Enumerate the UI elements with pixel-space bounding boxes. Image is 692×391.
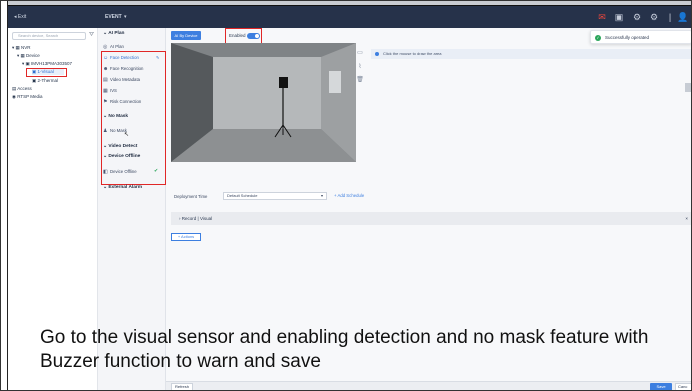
top-navigation-bar: ◂ Exit EVENT ▾ ✉ ▣ ⚙ ⚙ | 👤 xyxy=(0,6,692,28)
chevron-right-icon: › xyxy=(179,216,181,221)
monitor-icon[interactable]: ▣ xyxy=(613,11,625,23)
highlight-box xyxy=(26,68,67,77)
section-label: Video Detect xyxy=(108,144,138,149)
menu-item-ivs[interactable]: IVS xyxy=(110,88,117,93)
deployment-time-label: Deployment Time xyxy=(174,194,208,199)
page-title[interactable]: EVENT xyxy=(105,14,122,20)
actions-button[interactable]: + Actions xyxy=(171,233,201,241)
record-section-header[interactable]: › Record | Visual × xyxy=(171,212,692,225)
tree-item-label: Device xyxy=(26,53,40,58)
success-toast: ✓ Successfully operated xyxy=(590,30,692,44)
mask-icon: ♟ xyxy=(103,128,108,134)
toast-text: Successfully operated xyxy=(605,35,650,40)
success-check-icon: ✓ xyxy=(595,35,601,41)
section-label: Device Offline xyxy=(108,154,141,159)
chevron-down-icon[interactable]: ▾ xyxy=(124,14,127,20)
plan-icon: ◎ xyxy=(103,44,108,50)
save-button[interactable]: Save xyxy=(650,383,672,391)
face-recognition-icon: ☻ xyxy=(103,66,109,72)
bell-icon[interactable]: ✉ xyxy=(596,11,608,23)
filter-icon[interactable]: ⛛ xyxy=(89,32,94,39)
app-window: ◂ Exit EVENT ▾ ✉ ▣ ⚙ ⚙ | 👤 Search device… xyxy=(0,0,692,391)
risk-icon: ⚑ xyxy=(103,99,108,105)
section-external-alarm[interactable]: ⌄ External Alarm xyxy=(103,185,142,190)
tree-item-label: 2-Thermal xyxy=(37,78,59,83)
schedule-select[interactable]: Default Schedule ▾ xyxy=(223,192,327,200)
exit-link[interactable]: ◂ Exit xyxy=(14,14,26,20)
info-icon xyxy=(375,52,379,56)
cancel-button[interactable]: Canc xyxy=(675,383,692,391)
refresh-button[interactable]: Refresh xyxy=(171,383,193,391)
draw-area-icon[interactable]: ▭ xyxy=(356,49,364,57)
menu-item-risk[interactable]: Risk Connection xyxy=(110,99,141,104)
camera-scene xyxy=(171,43,356,162)
tree-item-rtsp[interactable]: ◉ RTSP Media xyxy=(12,93,43,100)
left-frame-edge xyxy=(0,0,8,391)
tree-item-access[interactable]: ▤ Access xyxy=(12,85,32,92)
section-ai-plan[interactable]: ⌄ AI Plan xyxy=(103,31,124,36)
section-label: No Mask xyxy=(108,114,129,119)
draw-line-icon[interactable]: ⌇ xyxy=(356,63,364,71)
check-icon: ✔ xyxy=(154,168,159,174)
section-label: External Alarm xyxy=(108,185,143,190)
record-label: Record | Visual xyxy=(181,216,213,221)
ai-by-device-button[interactable]: AI By Device xyxy=(171,31,201,40)
divider: | xyxy=(668,12,672,22)
mouse-cursor-icon: ↖ xyxy=(124,132,130,138)
schedule-value: Default Schedule xyxy=(227,193,258,198)
video-metadata-icon: ▤ xyxy=(103,77,108,83)
menu-item-video-metadata[interactable]: Video Metadata xyxy=(110,77,140,82)
caption-line-2: Buzzer function to warn and save xyxy=(40,351,321,372)
section-device-offline[interactable]: ⌄ Device Offline xyxy=(103,154,140,159)
tree-item-label: NVR xyxy=(21,45,31,50)
info-text: Click the mouse to draw the area xyxy=(383,51,442,56)
tree-item-label: RTSP Media xyxy=(17,94,43,99)
delete-icon[interactable]: 🗑 xyxy=(356,76,364,84)
close-icon[interactable]: × xyxy=(685,212,688,225)
video-caption: Go to the visual sensor and enabling det… xyxy=(40,326,690,374)
gear-icon[interactable]: ⚙ xyxy=(631,11,643,23)
tree-item-label: Access xyxy=(17,86,32,91)
search-input[interactable]: Search device, Search xyxy=(12,32,86,40)
tree-item-camera[interactable]: ▾ ▣ IMVH13PMA303507 xyxy=(22,60,72,67)
user-icon[interactable]: 👤 xyxy=(677,11,689,23)
bottom-action-bar: Refresh Save Canc xyxy=(166,381,692,391)
side-scroll-handle[interactable] xyxy=(685,83,692,92)
menu-item-face-recognition[interactable]: Face Recognition xyxy=(110,66,143,71)
chevron-down-icon: ▾ xyxy=(320,193,323,198)
device-offline-icon: ◧ xyxy=(103,169,108,175)
menu-item-ai-plan[interactable]: AI Plan xyxy=(110,44,124,49)
settings-icon[interactable]: ⚙ xyxy=(648,11,660,23)
tree-item-label: IMVH13PMA303507 xyxy=(31,61,73,66)
menu-item-device-offline[interactable]: Device Offline xyxy=(110,169,137,174)
section-label: AI Plan xyxy=(108,31,125,36)
video-preview[interactable] xyxy=(171,43,356,162)
info-bar: Click the mouse to draw the area xyxy=(371,49,692,59)
tree-item-thermal-channel[interactable]: ▣ 2-Thermal xyxy=(32,77,58,84)
section-no-mask[interactable]: ⌄ No Mask xyxy=(103,114,128,119)
section-video-detect[interactable]: ⌄ Video Detect xyxy=(103,144,137,149)
ivs-icon: ▦ xyxy=(103,88,108,94)
add-schedule-link[interactable]: + Add Schedule xyxy=(334,193,364,198)
caption-line-1: Go to the visual sensor and enabling det… xyxy=(40,327,649,348)
tree-item-device[interactable]: ▾ ▦ Device xyxy=(17,52,40,59)
tree-item-nvr[interactable]: ▾ ▦ NVR xyxy=(12,44,31,51)
